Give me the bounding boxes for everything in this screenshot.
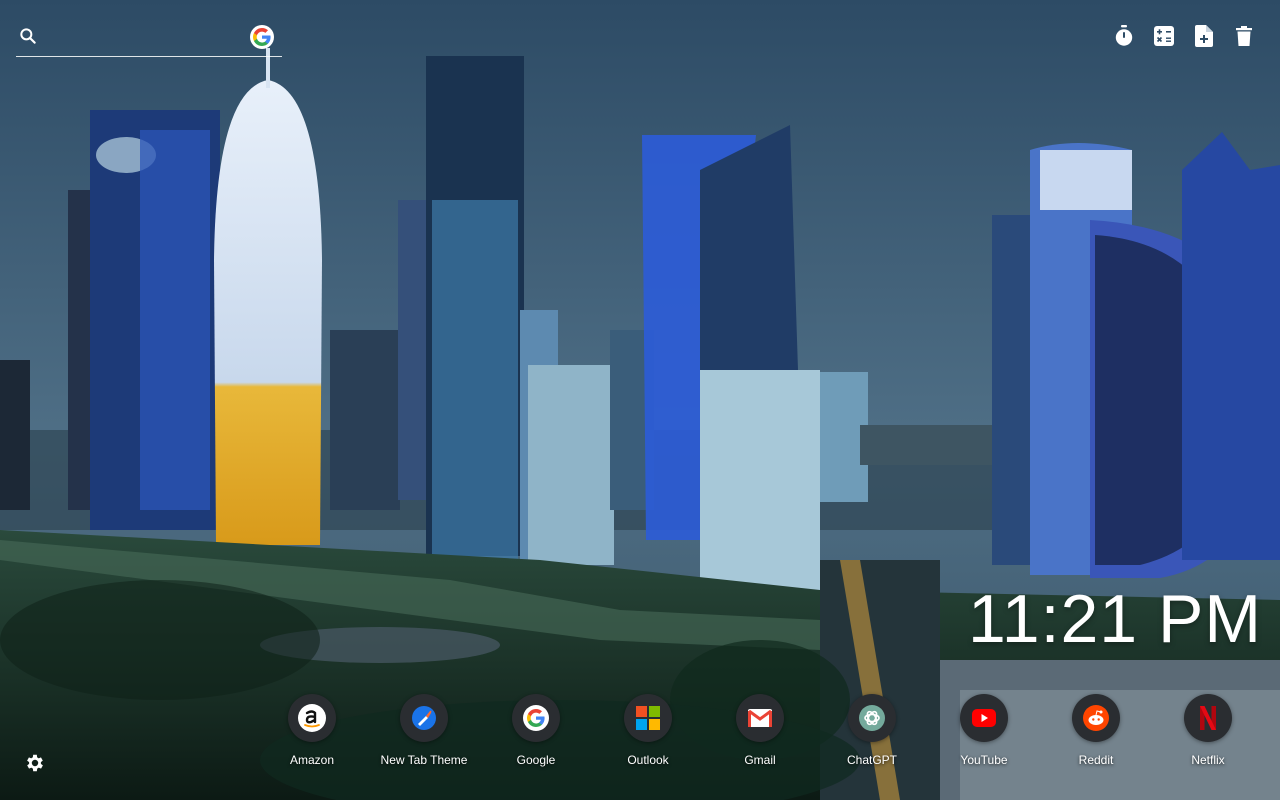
calculator-button[interactable] <box>1152 24 1176 48</box>
google-icon <box>253 28 271 46</box>
shortcut-outlook[interactable]: Outlook <box>598 694 698 767</box>
shortcut-label: New Tab Theme <box>380 753 468 767</box>
amazon-icon <box>298 704 326 732</box>
shortcut-reddit[interactable]: Reddit <box>1046 694 1146 767</box>
google-icon <box>523 705 549 731</box>
shortcuts-bar: Amazon New Tab Theme Google Outlook Gmai… <box>0 694 1280 784</box>
shortcut-chatgpt[interactable]: ChatGPT <box>822 694 922 767</box>
reddit-icon <box>1083 705 1109 731</box>
shortcut-label: Amazon <box>289 753 335 767</box>
shortcut-icon-circle <box>624 694 672 742</box>
shortcut-label: Netflix <box>1191 753 1225 767</box>
search-bar <box>16 20 282 57</box>
search-icon[interactable] <box>18 26 38 46</box>
shortcut-new-tab-theme[interactable]: New Tab Theme <box>374 694 474 767</box>
new-tab-theme-icon <box>412 706 436 730</box>
gmail-icon <box>748 709 772 727</box>
netflix-icon <box>1200 706 1216 730</box>
youtube-icon <box>972 709 996 727</box>
search-input[interactable] <box>50 24 244 50</box>
city-skyline-background <box>0 0 1280 800</box>
delete-icon <box>1236 26 1252 46</box>
shortcut-icon-circle <box>960 694 1008 742</box>
shortcut-label: Gmail <box>744 753 776 767</box>
delete-button[interactable] <box>1232 24 1256 48</box>
shortcut-icon-circle <box>512 694 560 742</box>
chatgpt-icon <box>859 705 885 731</box>
settings-button[interactable] <box>24 752 48 776</box>
shortcut-google[interactable]: Google <box>486 694 586 767</box>
timer-icon <box>1115 25 1133 46</box>
shortcut-label: Reddit <box>1078 753 1114 767</box>
new-note-icon <box>1195 25 1213 47</box>
shortcut-icon-circle <box>1072 694 1120 742</box>
clock-time: 11:21 PM <box>967 581 1262 657</box>
shortcut-youtube[interactable]: YouTube <box>934 694 1034 767</box>
shortcut-icon-circle <box>1184 694 1232 742</box>
new-note-button[interactable] <box>1192 24 1216 48</box>
shortcut-gmail[interactable]: Gmail <box>710 694 810 767</box>
shortcut-label: Google <box>516 753 556 767</box>
gear-icon <box>27 754 43 772</box>
shortcut-icon-circle <box>400 694 448 742</box>
shortcut-amazon[interactable]: Amazon <box>262 694 362 767</box>
shortcut-label: YouTube <box>960 753 1008 767</box>
shortcut-icon-circle <box>736 694 784 742</box>
shortcut-label: Outlook <box>627 753 669 767</box>
calculator-icon <box>1154 26 1174 46</box>
timer-button[interactable] <box>1112 24 1136 48</box>
shortcut-netflix[interactable]: Netflix <box>1158 694 1258 767</box>
microsoft-icon <box>636 706 660 730</box>
shortcut-icon-circle <box>288 694 336 742</box>
shortcut-label: ChatGPT <box>846 753 897 767</box>
google-search-button[interactable] <box>250 25 274 49</box>
shortcut-icon-circle <box>848 694 896 742</box>
top-toolbar <box>1112 24 1256 48</box>
